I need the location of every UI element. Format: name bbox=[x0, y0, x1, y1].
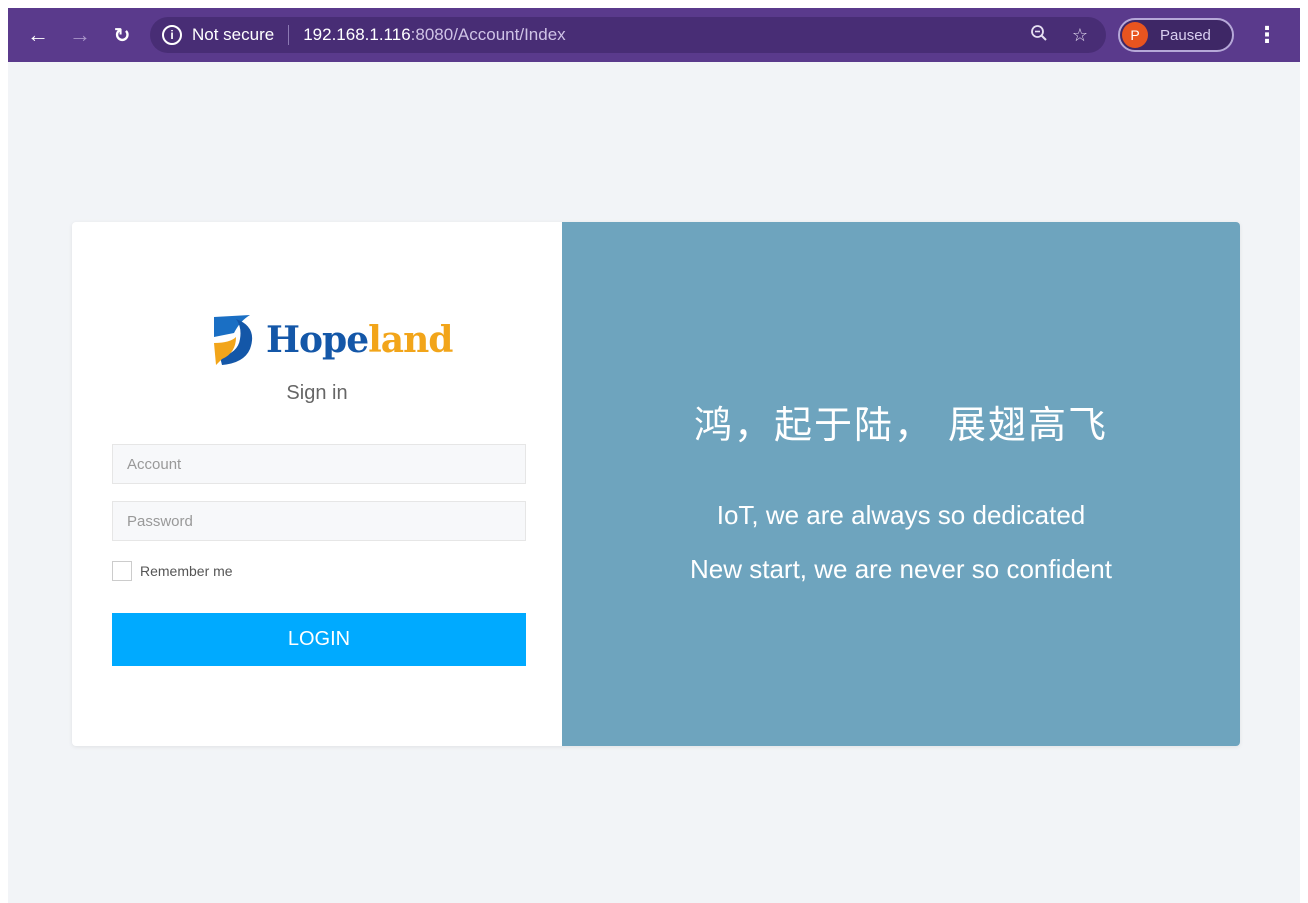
password-input[interactable] bbox=[112, 501, 526, 541]
remember-me-label: Remember me bbox=[140, 563, 233, 579]
logo-mark-icon bbox=[214, 315, 253, 365]
promo-panel: 鸿，起于陆， 展翅高飞 IoT, we are always so dedica… bbox=[562, 222, 1240, 746]
address-separator bbox=[288, 25, 290, 45]
logo-wordmark: Hopeland bbox=[266, 319, 453, 361]
logo-text-hope: Hope bbox=[266, 319, 369, 361]
slogan-line-1: IoT, we are always so dedicated bbox=[716, 500, 1086, 530]
logo-text-land: land bbox=[368, 319, 453, 361]
login-card: Hopeland Sign in Remember me LOGIN 鸿，起于陆… bbox=[72, 222, 1240, 746]
login-panel: Hopeland Sign in Remember me LOGIN bbox=[72, 222, 562, 746]
security-label: Not secure bbox=[192, 25, 275, 44]
avatar: P bbox=[1122, 22, 1148, 48]
slogan-line-2: New start, we are never so confident bbox=[690, 554, 1112, 584]
address-bar[interactable]: i Not secure 192.168.1.116:8080/Account/… bbox=[150, 17, 1106, 53]
forward-arrow-icon[interactable]: → bbox=[64, 19, 96, 51]
omnibox-actions: ☆ bbox=[1030, 24, 1088, 47]
zoom-icon[interactable] bbox=[1030, 24, 1048, 47]
profile-status: Paused bbox=[1160, 26, 1211, 44]
remember-me[interactable]: Remember me bbox=[112, 561, 233, 581]
sign-in-heading: Sign in bbox=[286, 382, 348, 404]
reload-icon[interactable]: ↻ bbox=[106, 19, 138, 51]
url-host: 192.168.1.116 bbox=[303, 25, 411, 44]
account-input[interactable] bbox=[112, 444, 526, 484]
remember-me-checkbox[interactable] bbox=[112, 561, 132, 581]
info-icon[interactable]: i bbox=[162, 25, 182, 45]
star-icon[interactable]: ☆ bbox=[1072, 25, 1088, 46]
profile-button[interactable]: P Paused bbox=[1118, 18, 1234, 52]
hopeland-logo: Hopeland bbox=[210, 310, 453, 370]
slogan-cn: 鸿，起于陆， 展翅高飞 bbox=[693, 403, 1109, 447]
browser-toolbar: ← → ↻ i Not secure 192.168.1.116:8080/Ac… bbox=[8, 8, 1300, 62]
menu-icon[interactable]: ⋮ bbox=[1256, 22, 1278, 48]
url-path: :8080/Account/Index bbox=[410, 25, 566, 44]
back-arrow-icon[interactable]: ← bbox=[22, 19, 54, 51]
page-background: Hopeland Sign in Remember me LOGIN 鸿，起于陆… bbox=[8, 62, 1300, 903]
login-button[interactable]: LOGIN bbox=[112, 613, 526, 666]
